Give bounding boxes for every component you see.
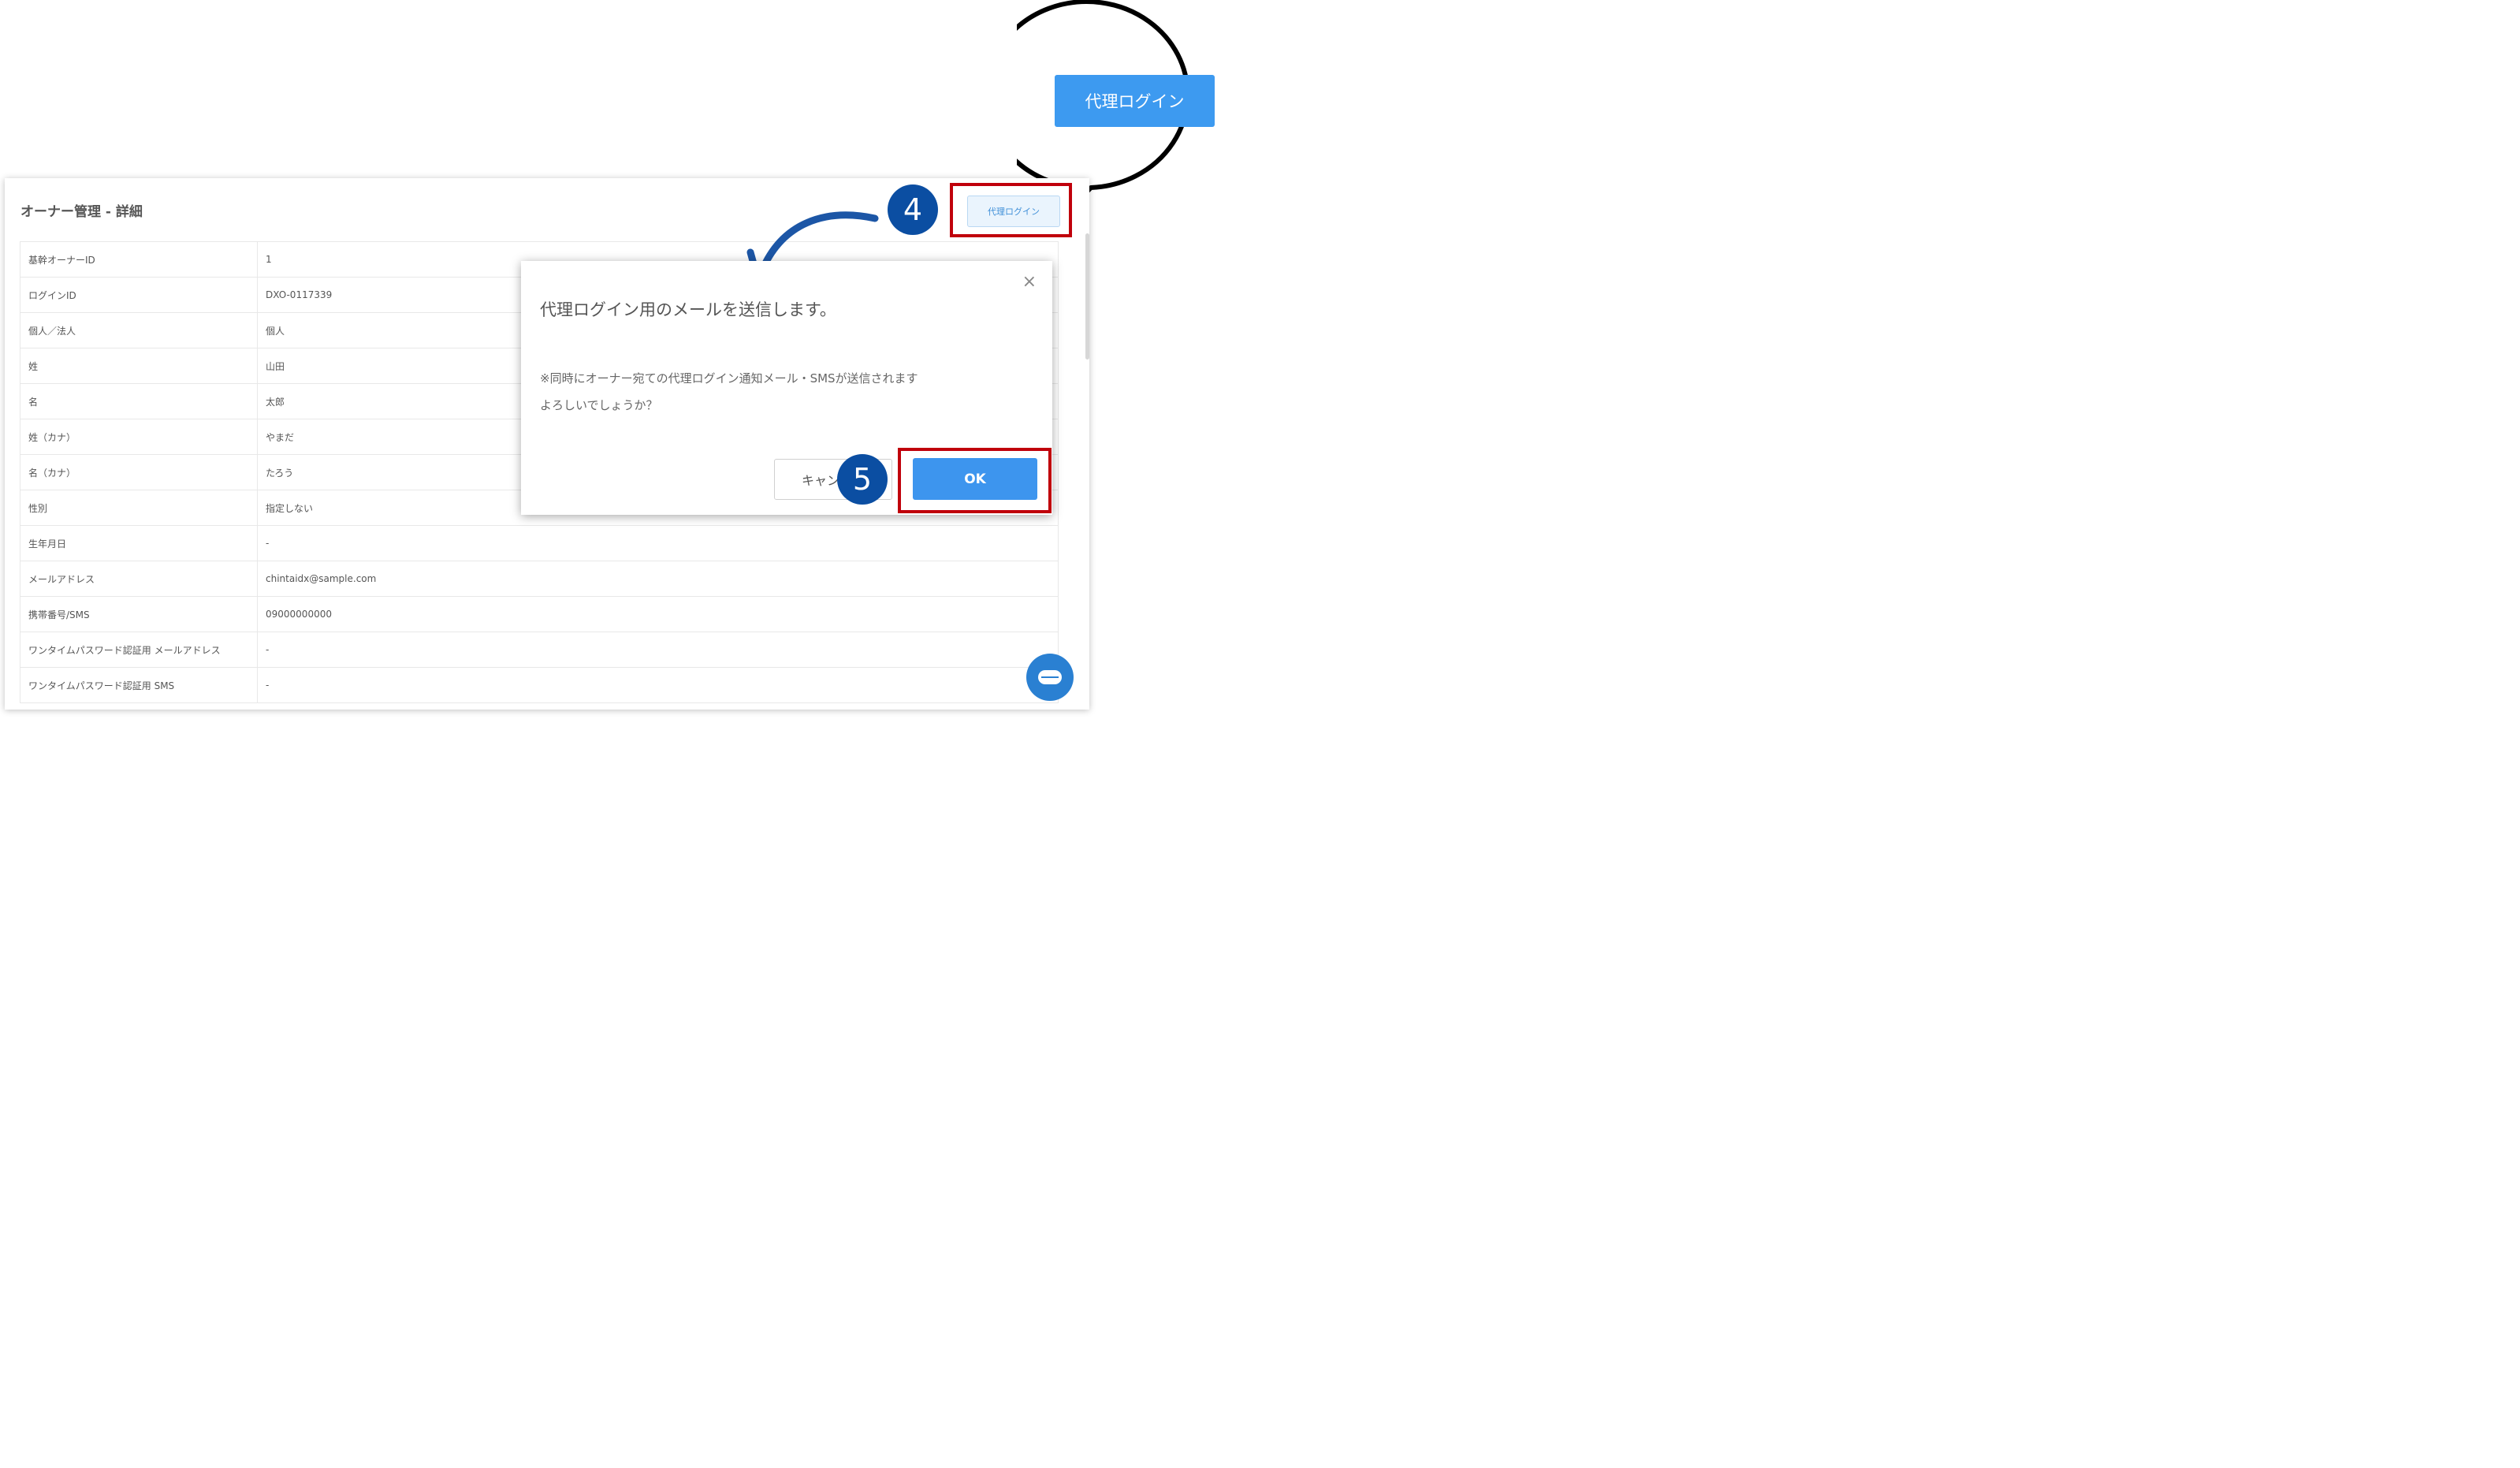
- row-label: 名（カナ）: [20, 454, 258, 490]
- table-row: ワンタイムパスワード認証用 メールアドレス -: [20, 632, 1059, 668]
- chat-icon: [1038, 670, 1062, 684]
- highlight-ok-button: [898, 448, 1052, 513]
- row-label: 個人／法人: [20, 312, 258, 348]
- row-label: 性別: [20, 490, 258, 526]
- row-label: 生年月日: [20, 525, 258, 561]
- callout-proxy-login-button: 代理ログイン: [1055, 75, 1215, 127]
- table-row: 携帯番号/SMS 09000000000: [20, 596, 1059, 632]
- row-value: 09000000000: [257, 596, 1059, 632]
- row-label: ワンタイムパスワード認証用 メールアドレス: [20, 632, 258, 668]
- table-row: 生年月日 -: [20, 525, 1059, 561]
- row-label: 姓: [20, 348, 258, 384]
- table-row: メールアドレス chintaidx@sample.com: [20, 561, 1059, 597]
- table-row: ワンタイムパスワード認証用 SMS -: [20, 667, 1059, 703]
- step-4-badge: 4: [888, 184, 938, 235]
- highlight-proxy-login: [950, 183, 1072, 237]
- dialog-title: 代理ログイン用のメールを送信します。: [540, 300, 836, 319]
- row-label: 名: [20, 383, 258, 419]
- row-label: 姓（カナ）: [20, 419, 258, 455]
- scrollbar[interactable]: [1085, 233, 1089, 360]
- row-label: ログインID: [20, 277, 258, 313]
- dialog-message-line2: よろしいでしょうか？: [540, 398, 658, 412]
- close-icon[interactable]: ×: [1022, 274, 1037, 291]
- step-5-badge: 5: [837, 454, 888, 505]
- row-label: ワンタイムパスワード認証用 SMS: [20, 667, 258, 703]
- row-value: chintaidx@sample.com: [257, 561, 1059, 597]
- row-value: -: [257, 525, 1059, 561]
- row-label: 基幹オーナーID: [20, 241, 258, 278]
- page-title: オーナー管理 - 詳細: [20, 204, 143, 220]
- row-value: -: [257, 667, 1059, 703]
- row-label: メールアドレス: [20, 561, 258, 597]
- row-value: -: [257, 632, 1059, 668]
- dialog-message-line1: ※同時にオーナー宛ての代理ログイン通知メール・SMSが送信されます: [540, 371, 918, 386]
- dialog-message: ※同時にオーナー宛ての代理ログイン通知メール・SMSが送信されます よろしいでし…: [540, 365, 918, 419]
- row-label: 携帯番号/SMS: [20, 596, 258, 632]
- chat-button[interactable]: [1026, 654, 1074, 701]
